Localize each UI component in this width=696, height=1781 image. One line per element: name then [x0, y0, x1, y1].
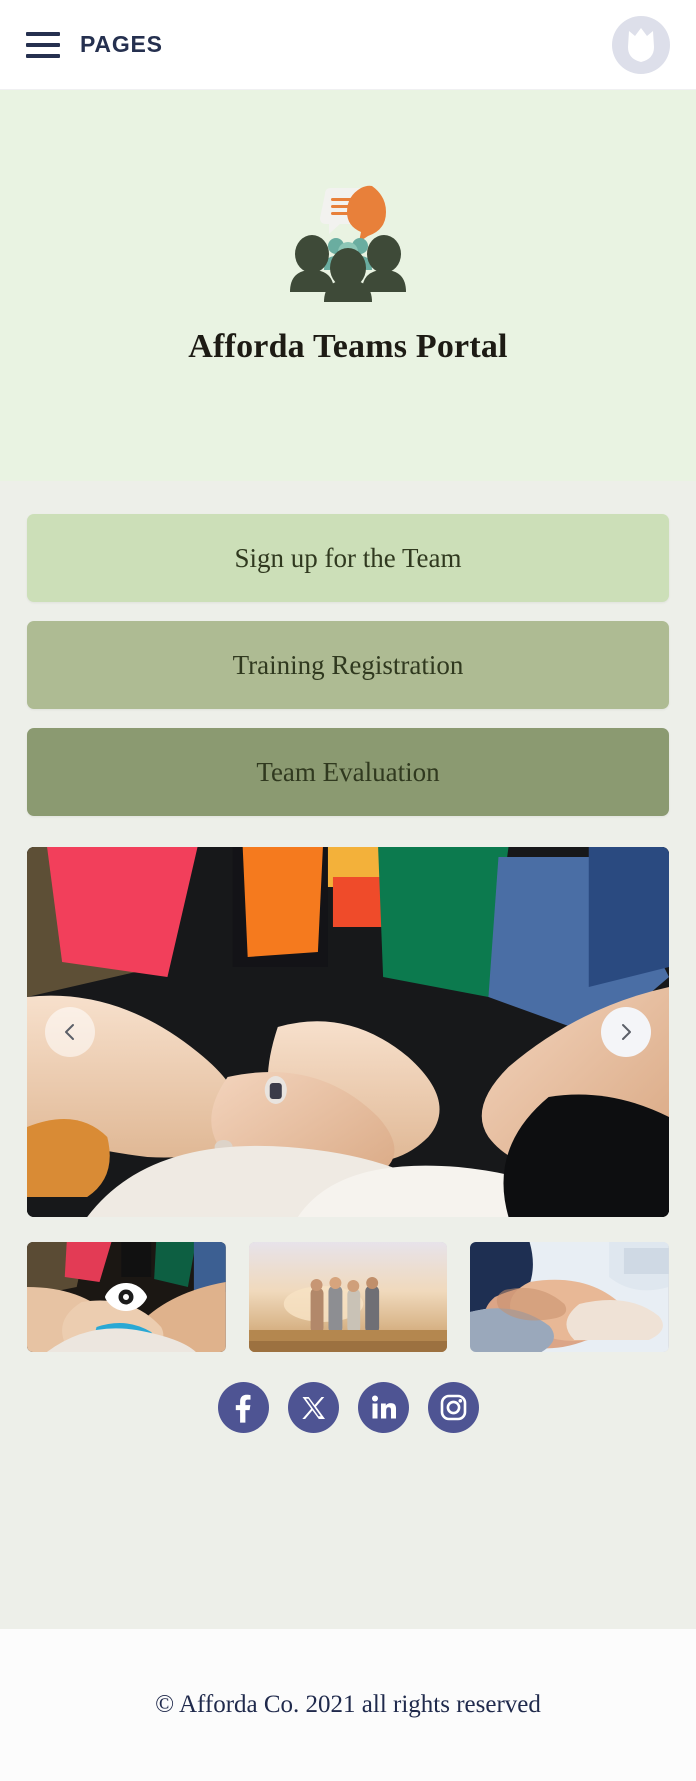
chevron-left-icon	[65, 1024, 74, 1040]
top-navigation-bar: PAGES	[0, 0, 696, 90]
carousel-thumbnail-2[interactable]	[248, 1242, 448, 1352]
carousel-thumbnail-3[interactable]	[470, 1242, 670, 1352]
hamburger-bar	[26, 31, 60, 36]
hamburger-bar	[26, 42, 60, 47]
hamburger-bar	[26, 53, 60, 58]
team-speech-bubble-logo	[264, 176, 432, 302]
pages-menu-label[interactable]: PAGES	[80, 31, 163, 58]
social-links-row	[27, 1382, 669, 1471]
facebook-icon	[235, 1394, 251, 1423]
hero-section: Afforda Teams Portal	[0, 90, 696, 481]
user-avatar-icon[interactable]	[612, 15, 670, 74]
carousel-next-button[interactable]	[601, 1007, 651, 1057]
instagram-link[interactable]	[427, 1382, 479, 1433]
mobile-page: PAGES Afforda Teams Portal Sign up for t…	[0, 0, 696, 1781]
page-title: Afforda Teams Portal	[188, 327, 508, 365]
main-content: Sign up for the Team Training Registrati…	[0, 481, 696, 1629]
hamburger-menu-icon[interactable]	[26, 31, 60, 58]
instagram-icon	[440, 1394, 466, 1421]
training-registration-button[interactable]: Training Registration	[27, 621, 669, 709]
linkedin-icon	[371, 1395, 396, 1419]
page-footer: © Afforda Co. 2021 all rights reserved	[0, 1629, 696, 1781]
facebook-link[interactable]	[217, 1382, 269, 1433]
chevron-right-icon	[622, 1024, 631, 1040]
x-twitter-link[interactable]	[287, 1382, 339, 1433]
carousel-slide-image	[27, 847, 669, 1217]
copyright-text: © Afforda Co. 2021 all rights reserved	[155, 1691, 541, 1718]
x-twitter-icon	[302, 1396, 325, 1419]
signup-for-team-button[interactable]: Sign up for the Team	[27, 514, 669, 602]
linkedin-link[interactable]	[357, 1382, 409, 1433]
thumbnail-image-3	[470, 1242, 670, 1352]
carousel-thumbnail-strip	[27, 1242, 670, 1352]
team-evaluation-button[interactable]: Team Evaluation	[27, 728, 669, 816]
carousel-prev-button[interactable]	[45, 1007, 95, 1057]
image-carousel[interactable]	[27, 847, 669, 1217]
eye-icon	[105, 1283, 148, 1311]
carousel-thumbnail-1[interactable]	[27, 1242, 226, 1352]
thumbnail-image-2	[248, 1242, 448, 1352]
